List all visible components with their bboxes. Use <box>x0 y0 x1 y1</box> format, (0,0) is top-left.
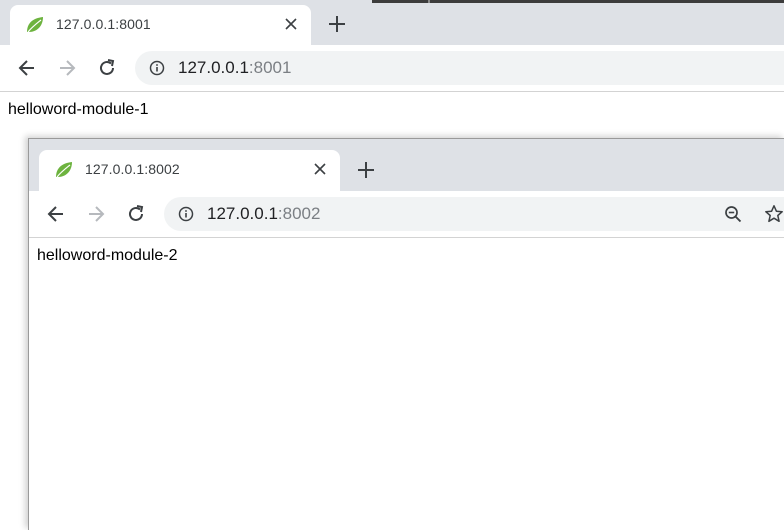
tab-strip: 127.0.0.1:8002 <box>29 139 784 191</box>
arrow-left-icon[interactable] <box>17 58 37 78</box>
address-bar[interactable]: 127.0.0.1:8002 <box>164 197 784 231</box>
reload-icon[interactable] <box>126 204 146 224</box>
url-text[interactable]: 127.0.0.1:8001 <box>178 58 291 78</box>
address-bar[interactable]: 127.0.0.1:8001 <box>135 51 784 85</box>
reload-icon[interactable] <box>97 58 117 78</box>
tab-strip: 127.0.0.1:8001 <box>0 0 784 45</box>
arrow-right-icon[interactable] <box>86 204 106 224</box>
spring-leaf-icon <box>27 17 43 33</box>
page-content: helloword-module-2 <box>29 238 784 265</box>
toolbar: 127.0.0.1:8001 <box>0 45 784 92</box>
plus-icon[interactable] <box>327 14 347 34</box>
tab-title: 127.0.0.1:8001 <box>56 16 151 32</box>
browser-window-8002: 127.0.0.1:8002 127.0.0.1:8002 helloword-… <box>28 138 784 530</box>
tab-title: 127.0.0.1:8002 <box>85 161 180 177</box>
close-icon[interactable] <box>312 161 328 177</box>
close-icon[interactable] <box>283 16 299 32</box>
tab-8002[interactable]: 127.0.0.1:8002 <box>39 150 340 191</box>
page-text: helloword-module-2 <box>37 247 178 264</box>
page-text: helloword-module-1 <box>8 101 149 118</box>
spring-leaf-icon <box>56 162 72 178</box>
url-text[interactable]: 127.0.0.1:8002 <box>207 204 320 224</box>
info-icon[interactable] <box>178 206 194 222</box>
info-icon[interactable] <box>149 60 165 76</box>
arrow-right-icon[interactable] <box>57 58 77 78</box>
url-host: 127.0.0.1 <box>178 58 249 77</box>
tab-8001[interactable]: 127.0.0.1:8001 <box>10 5 311 45</box>
page-content: helloword-module-1 <box>0 92 784 119</box>
url-host: 127.0.0.1 <box>207 204 278 223</box>
url-port: :8001 <box>248 58 292 77</box>
toolbar: 127.0.0.1:8002 <box>29 191 784 238</box>
zoom-out-icon[interactable] <box>724 205 742 223</box>
url-port: :8002 <box>277 204 321 223</box>
plus-icon[interactable] <box>356 160 376 180</box>
star-icon[interactable] <box>764 204 784 224</box>
arrow-left-icon[interactable] <box>46 204 66 224</box>
